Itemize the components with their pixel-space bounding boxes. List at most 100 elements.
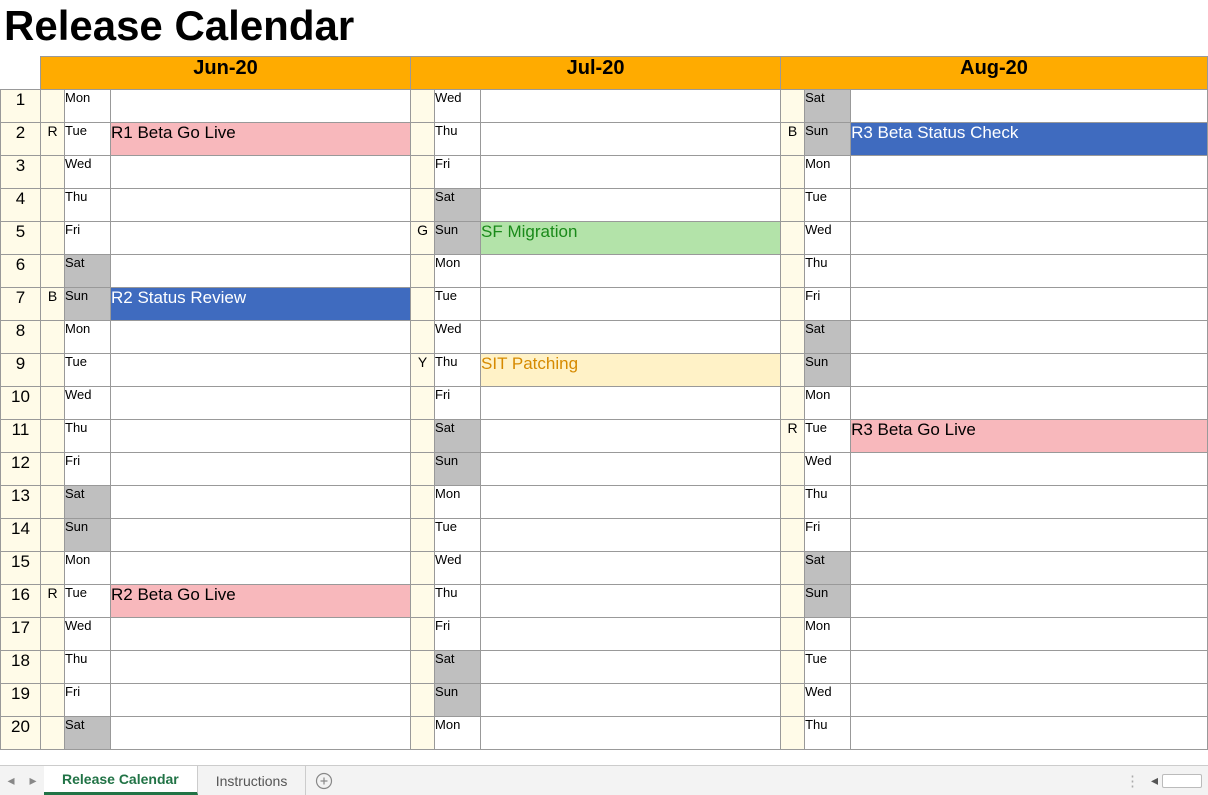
day-of-week[interactable]: Tue: [805, 651, 851, 684]
event-code[interactable]: [411, 156, 435, 189]
event-code[interactable]: [41, 156, 65, 189]
row-number[interactable]: 12: [1, 453, 41, 486]
sheet-tab-instructions[interactable]: Instructions: [198, 766, 307, 795]
day-of-week[interactable]: Mon: [805, 156, 851, 189]
event-cell[interactable]: R3 Beta Status Check: [851, 123, 1208, 156]
event-cell[interactable]: [481, 90, 781, 123]
day-of-week[interactable]: Wed: [65, 156, 111, 189]
row-number[interactable]: 20: [1, 717, 41, 750]
row-number[interactable]: 3: [1, 156, 41, 189]
event-code[interactable]: [411, 618, 435, 651]
day-of-week[interactable]: Thu: [805, 717, 851, 750]
day-of-week[interactable]: Mon: [435, 255, 481, 288]
day-of-week[interactable]: Mon: [65, 90, 111, 123]
event-code[interactable]: [781, 684, 805, 717]
event-code[interactable]: [411, 90, 435, 123]
day-of-week[interactable]: Sat: [65, 717, 111, 750]
row-number[interactable]: 19: [1, 684, 41, 717]
event-code[interactable]: [781, 519, 805, 552]
event-cell[interactable]: [111, 387, 411, 420]
day-of-week[interactable]: Mon: [65, 552, 111, 585]
event-cell[interactable]: [111, 519, 411, 552]
drag-handle-icon[interactable]: ⋮: [1125, 772, 1141, 790]
event-code[interactable]: [781, 585, 805, 618]
event-cell[interactable]: [851, 651, 1208, 684]
event-cell[interactable]: [481, 420, 781, 453]
row-number[interactable]: 15: [1, 552, 41, 585]
day-of-week[interactable]: Wed: [435, 321, 481, 354]
event-code[interactable]: [411, 486, 435, 519]
row-number[interactable]: 18: [1, 651, 41, 684]
event-code[interactable]: G: [411, 222, 435, 255]
event-cell[interactable]: [851, 90, 1208, 123]
event-code[interactable]: [781, 618, 805, 651]
row-number[interactable]: 17: [1, 618, 41, 651]
event-code[interactable]: [781, 288, 805, 321]
event-code[interactable]: [781, 321, 805, 354]
event-cell[interactable]: [111, 717, 411, 750]
event-code[interactable]: [411, 321, 435, 354]
row-number[interactable]: 7: [1, 288, 41, 321]
day-of-week[interactable]: Sat: [65, 255, 111, 288]
event-cell[interactable]: [481, 288, 781, 321]
event-cell[interactable]: R3 Beta Go Live: [851, 420, 1208, 453]
day-of-week[interactable]: Tue: [65, 123, 111, 156]
day-of-week[interactable]: Fri: [805, 519, 851, 552]
event-code[interactable]: [41, 519, 65, 552]
event-code[interactable]: Y: [411, 354, 435, 387]
event-cell[interactable]: [481, 123, 781, 156]
event-code[interactable]: [781, 156, 805, 189]
sheet-nav-prev-icon[interactable]: ◂: [0, 766, 22, 795]
day-of-week[interactable]: Tue: [805, 420, 851, 453]
event-cell[interactable]: [111, 651, 411, 684]
event-code[interactable]: [41, 222, 65, 255]
day-of-week[interactable]: Fri: [65, 222, 111, 255]
event-cell[interactable]: SF Migration: [481, 222, 781, 255]
event-cell[interactable]: [481, 486, 781, 519]
event-code[interactable]: [41, 90, 65, 123]
event-code[interactable]: [41, 354, 65, 387]
month-header-2[interactable]: Jul-20: [411, 57, 781, 90]
sheet-tab-release-calendar[interactable]: Release Calendar: [44, 766, 198, 795]
row-number[interactable]: 10: [1, 387, 41, 420]
event-code[interactable]: [411, 585, 435, 618]
event-code[interactable]: [41, 651, 65, 684]
event-code[interactable]: [411, 651, 435, 684]
event-cell[interactable]: [851, 618, 1208, 651]
event-cell[interactable]: [111, 255, 411, 288]
event-cell[interactable]: R2 Status Review: [111, 288, 411, 321]
day-of-week[interactable]: Thu: [65, 651, 111, 684]
row-number[interactable]: 11: [1, 420, 41, 453]
day-of-week[interactable]: Tue: [65, 585, 111, 618]
event-cell[interactable]: [481, 585, 781, 618]
event-code[interactable]: [781, 255, 805, 288]
event-code[interactable]: [41, 189, 65, 222]
row-number[interactable]: 5: [1, 222, 41, 255]
day-of-week[interactable]: Thu: [65, 189, 111, 222]
day-of-week[interactable]: Sat: [435, 651, 481, 684]
event-code[interactable]: [411, 684, 435, 717]
day-of-week[interactable]: Fri: [805, 288, 851, 321]
event-code[interactable]: [781, 486, 805, 519]
event-code[interactable]: [411, 519, 435, 552]
day-of-week[interactable]: Thu: [435, 585, 481, 618]
event-cell[interactable]: [851, 222, 1208, 255]
day-of-week[interactable]: Mon: [435, 717, 481, 750]
day-of-week[interactable]: Wed: [805, 222, 851, 255]
event-cell[interactable]: [851, 354, 1208, 387]
day-of-week[interactable]: Fri: [65, 684, 111, 717]
day-of-week[interactable]: Sat: [435, 189, 481, 222]
day-of-week[interactable]: Tue: [435, 288, 481, 321]
event-cell[interactable]: [851, 486, 1208, 519]
event-cell[interactable]: [851, 684, 1208, 717]
event-code[interactable]: [411, 288, 435, 321]
row-number[interactable]: 14: [1, 519, 41, 552]
event-cell[interactable]: [111, 618, 411, 651]
row-number[interactable]: 6: [1, 255, 41, 288]
event-cell[interactable]: [111, 156, 411, 189]
calendar-table[interactable]: Jun-20 Jul-20 Aug-20 1MonWedSat2RTueR1 B…: [0, 56, 1208, 750]
event-code[interactable]: [41, 618, 65, 651]
row-number[interactable]: 2: [1, 123, 41, 156]
day-of-week[interactable]: Tue: [435, 519, 481, 552]
day-of-week[interactable]: Sat: [805, 90, 851, 123]
